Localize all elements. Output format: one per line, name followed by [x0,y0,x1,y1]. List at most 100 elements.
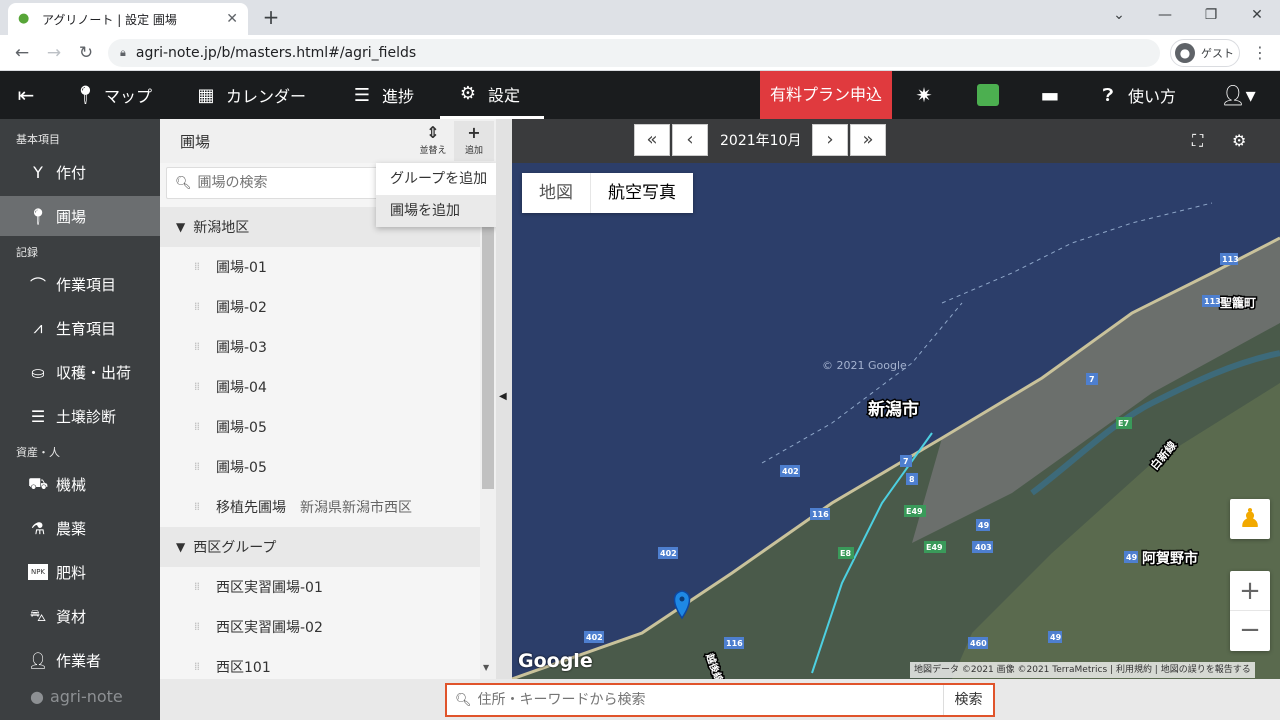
sidebar-item-fertilizer[interactable]: NPK 肥料 [0,552,160,592]
nav-map[interactable]: 📍︎ マップ [74,71,152,119]
field-row[interactable]: ⁞⁞ 圃場-02 [160,287,480,327]
nav-settings[interactable]: ⚙ 設定 [440,71,544,119]
scroll-down-arrow-icon[interactable]: ▼ [483,663,489,672]
add-field-item[interactable]: 圃場を追加 [376,195,496,227]
paid-plan-button[interactable]: 有料プラン申込 [760,71,892,119]
route-number: 402 [782,467,799,476]
sidebar-item-machine[interactable]: ⛟ 機械 [0,464,160,504]
drag-handle-icon[interactable]: ⁞⁞ [194,581,206,592]
calendar-icon: ▦ [197,84,215,106]
sidebar-item-harvest[interactable]: ⛀ 収穫・出荷 [0,352,160,392]
profile-button[interactable]: ● ゲスト [1170,39,1240,67]
route-number: 49 [978,521,990,530]
browser-tab-bar: ● アグリノート | 設定 圃場 ✕ + ⌄ — ❐ ✕ [0,0,1280,35]
prev-month-icon[interactable]: ‹ [672,124,708,156]
field-search-input[interactable] [197,175,378,191]
nav-progress[interactable]: ☰ 進捗 [352,71,414,119]
drag-handle-icon[interactable]: ⁞⁞ [194,301,206,312]
restore-icon[interactable]: ❐ [1188,0,1234,32]
browser-menu-icon[interactable]: ⋮ [1250,39,1270,67]
address-search-input[interactable] [477,692,943,708]
field-row[interactable]: ⁞⁞ 圃場-05 [160,407,480,447]
drag-handle-icon[interactable]: ⁞⁞ [194,341,206,352]
field-search[interactable]: 🔍︎ [166,167,396,199]
close-window-icon[interactable]: ✕ [1234,0,1280,32]
sidebar-item-work[interactable]: ⌒ 作業項目 [0,264,160,304]
map-attribution[interactable]: 地図データ ©2021 画像 ©2021 TerraMetrics | 利用規約… [910,662,1255,678]
address-search[interactable]: 🔍︎ 検索 [445,683,995,717]
forward-icon[interactable]: → [40,39,68,67]
drag-handle-icon[interactable]: ⁞⁞ [194,261,206,272]
fullscreen-icon[interactable]: ⛶ [1192,131,1203,151]
sidebar-item-crop[interactable]: Y 作付 [0,152,160,192]
add-label: 追加 [464,146,483,156]
satellite-map[interactable]: © 2021 Google 新潟市 阿賀野市 聖籠町 白新線 越後線 113 1… [512,163,1280,679]
add-button[interactable]: + 追加 [454,121,494,161]
sidebar-item-material[interactable]: ⛍ 資材 [0,596,160,636]
browser-tab[interactable]: ● アグリノート | 設定 圃場 ✕ [8,3,248,35]
chat-icon[interactable]: ▬ [1032,71,1068,119]
route-number: 116 [726,639,743,648]
help-link[interactable]: ❓︎ 使い方 [1098,71,1176,119]
drag-handle-icon[interactable]: ⁞⁞ [194,621,206,632]
zoom-in-icon[interactable]: + [1230,571,1270,611]
user-menu-icon[interactable]: 👤︎▾ [1216,71,1260,119]
street-view-pegman-icon[interactable]: ♟ [1230,499,1270,539]
field-row[interactable]: ⁞⁞ 圃場-05 [160,447,480,487]
tractor-icon: ⛟ [28,473,49,493]
route-number: 49 [1126,553,1138,562]
route-number: 402 [586,633,603,642]
map-settings-gear-icon[interactable]: ⚙ [1232,131,1246,150]
sidebar-item-growth[interactable]: ⩘ 生育項目 [0,308,160,348]
zoom-out-icon[interactable]: − [1230,611,1270,651]
next-month-icon[interactable]: › [812,124,848,156]
drag-handle-icon[interactable]: ⁞⁞ [194,421,206,432]
next-year-icon[interactable]: » [850,124,886,156]
collapse-triangle-icon[interactable]: ▼ [176,540,185,554]
group-row[interactable]: ▼ 西区グループ [160,527,480,567]
basket-icon: ⛀ [31,362,45,382]
weather-icon[interactable]: ✷ [906,71,942,119]
sidebar-toggle-icon[interactable]: ⇤ [16,71,46,119]
close-tab-icon[interactable]: ✕ [226,11,238,27]
field-name: 圃場-05 [216,420,267,436]
field-row[interactable]: ⁞⁞ 移植先圃場 新潟県新潟市西区 [160,487,480,527]
address-search-button[interactable]: 検索 [943,685,993,715]
reorder-label: 並替え [419,146,447,156]
drag-handle-icon[interactable]: ⁞⁞ [194,461,206,472]
map-type-satellite[interactable]: 航空写真 [590,173,693,213]
new-tab-icon[interactable]: + [258,4,284,30]
field-row[interactable]: ⁞⁞ 圃場-01 [160,247,480,287]
add-group-item[interactable]: グループを追加 [376,163,496,195]
map-type-toggle: 地図 航空写真 [522,173,693,213]
field-row[interactable]: ⁞⁞ 西区実習圃場-02 [160,607,480,647]
drag-handle-icon[interactable]: ⁞⁞ [194,381,206,392]
collapse-triangle-icon[interactable]: ▼ [176,220,185,234]
field-row[interactable]: ⁞⁞ 西区101 [160,647,480,679]
sidebar-item-worker[interactable]: 👤︎ 作業者 [0,640,160,680]
help-label: 使い方 [1128,87,1177,106]
section-basic: 基本項目 [16,133,60,146]
collapse-left-icon[interactable]: ◀ [499,391,507,402]
field-list-scrollbar[interactable]: ▼ [480,207,496,679]
address-bar[interactable]: 🔒︎ agri-note.jp/b/masters.html#/agri_fie… [108,39,1160,67]
sidebar-item-pesticide[interactable]: ⚗ 農薬 [0,508,160,548]
sidebar-item-soil[interactable]: ☰ 土壌診断 [0,396,160,436]
prev-year-icon[interactable]: « [634,124,670,156]
notebook-icon[interactable] [970,71,1006,119]
map-type-roadmap[interactable]: 地図 [522,173,590,213]
reorder-button[interactable]: ⇕ 並替え [413,121,453,161]
drag-handle-icon[interactable]: ⁞⁞ [194,501,206,512]
back-icon[interactable]: ← [8,39,36,67]
field-row[interactable]: ⁞⁞ 圃場-04 [160,367,480,407]
field-row[interactable]: ⁞⁞ 西区実習圃場-01 [160,567,480,607]
panel-collapse-handle[interactable]: ◀ [496,119,512,679]
drag-handle-icon[interactable]: ⁞⁞ [194,661,206,672]
field-row[interactable]: ⁞⁞ 圃場-03 [160,327,480,367]
sidebar-item-field[interactable]: 📍︎ 圃場 [0,196,160,236]
tab-search-icon[interactable]: ⌄ [1096,0,1142,32]
scrollbar-thumb[interactable] [482,219,494,489]
nav-calendar[interactable]: ▦ カレンダー [196,71,306,119]
reload-icon[interactable]: ↻ [72,39,100,67]
minimize-icon[interactable]: — [1142,0,1188,32]
